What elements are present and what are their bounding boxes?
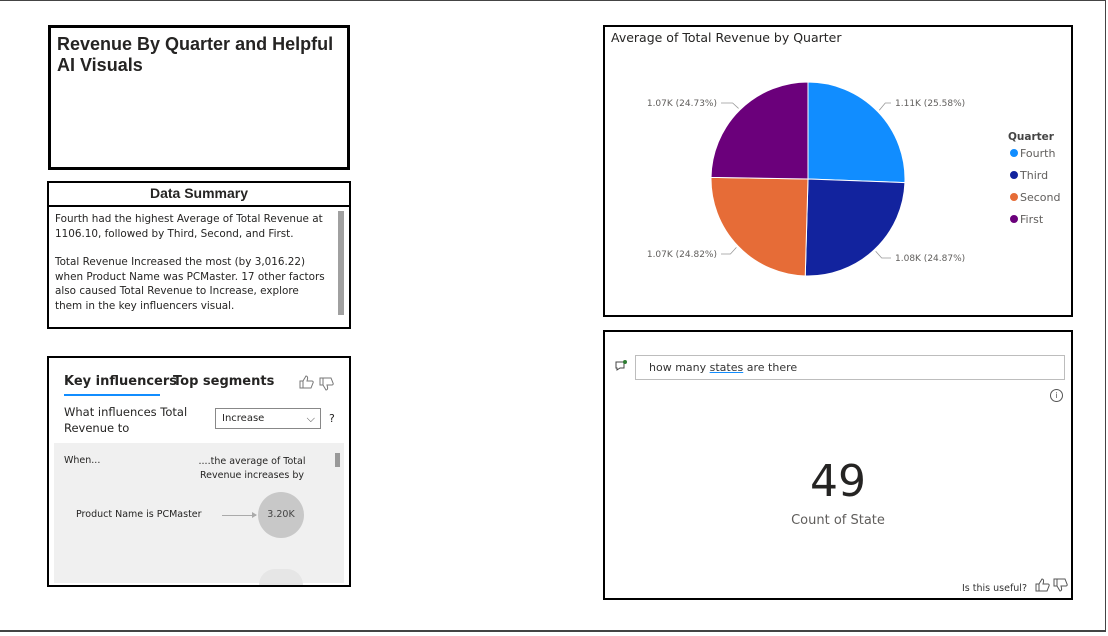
chevron-down-icon: ⌵ [306,412,315,425]
influencer-panel: When... ....the average of Total Revenue… [54,443,344,585]
qa-card: how many states are there i 49 Count of … [603,330,1073,600]
thumbs-down-icon[interactable] [319,377,335,391]
data-summary-header: Data Summary [49,183,349,207]
data-label-first: 1.07K (24.73%) [647,99,717,109]
data-label-fourth: 1.11K (25.58%) [895,99,965,109]
when-label: When... [64,455,101,466]
query-text: are there [743,361,798,374]
leader-line [875,250,891,259]
thumbs-down-icon[interactable] [1053,578,1068,592]
pie-slice-fourth[interactable] [807,81,906,184]
data-summary-card: Data Summary Fourth had the highest Aver… [47,181,351,329]
influencer-bubble-partial [259,569,303,585]
summary-paragraph: Total Revenue Increased the most (by 3,0… [55,256,325,312]
chat-icon [615,360,627,371]
thumbs-up-icon[interactable] [299,375,315,389]
tab-top-segments[interactable]: Top segments [173,374,274,389]
legend-item-third[interactable]: Third [1019,169,1048,182]
pie-chart-card: Average of Total Revenue by Quarter 1.11… [603,25,1073,317]
data-summary-body: Fourth had the highest Average of Total … [55,212,325,327]
feedback-thumbs [1035,578,1068,592]
data-label-second: 1.07K (24.82%) [647,250,717,260]
summary-paragraph: Fourth had the highest Average of Total … [55,213,323,240]
answer-value: 49 [810,456,866,507]
help-button[interactable]: ? [329,412,335,425]
increase-dropdown[interactable]: Increase ⌵ [215,408,321,429]
feedback-prompt: Is this useful? [962,583,1027,594]
tab-key-influencers[interactable]: Key influencers [64,374,177,389]
query-keyword: states [709,361,744,374]
page-title: Revenue By Quarter and Helpful AI Visual… [57,34,334,75]
title-card: Revenue By Quarter and Helpful AI Visual… [48,25,350,170]
legend-marker-second [1010,193,1018,201]
influencer-factor[interactable]: Product Name is PCMaster [76,509,202,520]
answer-label: Count of State [791,513,885,528]
leader-line [721,247,737,255]
panel-scrollbar[interactable] [335,453,340,467]
leader-line [878,102,891,111]
legend-marker-first [1010,215,1018,223]
info-icon[interactable]: i [1050,389,1063,402]
pie-slice-third[interactable] [804,178,906,277]
leader-line [721,102,739,109]
pie-chart: 1.11K (25.58%) 1.08K (24.87%) 1.07K (24.82… [647,81,1060,277]
influencer-value-bubble[interactable]: 3.20K [258,492,304,538]
key-influencers-card: Key influencers Top segments What influe… [47,356,351,587]
pie-slice-second[interactable] [710,176,809,277]
pie-slice-first[interactable] [710,81,809,180]
influencer-question: What influences Total Revenue to [64,405,188,435]
arrow-icon [222,512,257,518]
average-increase-label: ....the average of Total Revenue increas… [198,456,306,481]
query-text: how many [649,361,710,374]
legend-marker-fourth [1010,149,1018,157]
thumbs-up-icon[interactable] [1035,578,1050,592]
dropdown-value: Increase [222,413,265,424]
data-label-third: 1.08K (24.87%) [895,254,965,264]
legend-marker-third [1010,171,1018,179]
legend-item-second[interactable]: Second [1020,191,1060,204]
legend-title: Quarter [1008,131,1055,143]
summary-scrollbar[interactable] [338,211,344,315]
qa-question-input[interactable]: how many states are there [635,355,1065,380]
legend-item-fourth[interactable]: Fourth [1020,147,1055,160]
active-tab-indicator [64,394,160,396]
legend-item-first[interactable]: First [1020,213,1044,226]
